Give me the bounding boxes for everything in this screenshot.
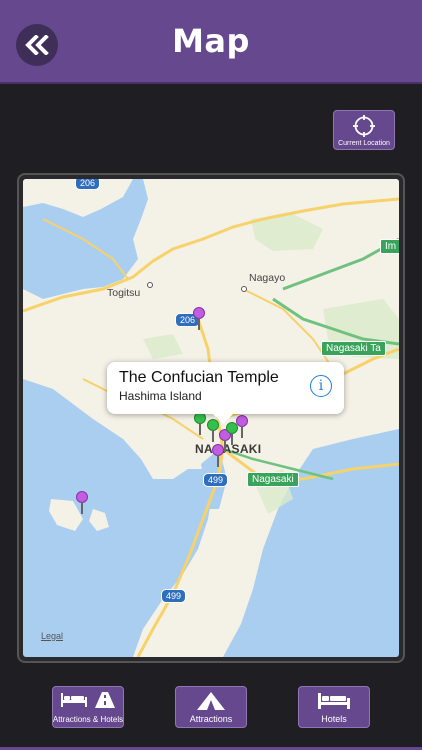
map-callout[interactable]: The Confucian Temple Hashima Island i [107, 362, 344, 424]
page-title: Map [172, 22, 250, 60]
map-frame: Togitsu Nagayo NAGASAKI Im Nagasaki Ta N… [17, 173, 405, 663]
road-sign-nagasaki: Nagasaki [247, 472, 299, 487]
current-location-button[interactable]: Current Location [333, 110, 395, 150]
tab-label: Attractions & Hotels [52, 715, 124, 724]
route-shield-499-b: 499 [161, 589, 187, 603]
map-view[interactable]: Togitsu Nagayo NAGASAKI Im Nagasaki Ta N… [23, 179, 399, 657]
tent-icon [197, 692, 225, 710]
info-icon[interactable]: i [310, 375, 332, 397]
header-bar: Map [0, 0, 422, 84]
map-terrain [23, 179, 399, 657]
route-shield-499-a: 499 [203, 473, 229, 487]
legal-link[interactable]: Legal [41, 631, 63, 641]
map-pin[interactable] [193, 307, 205, 330]
tab-attractions[interactable]: Attractions [175, 686, 247, 728]
map-pin[interactable] [236, 415, 248, 438]
callout-title: The Confucian Temple [119, 369, 279, 386]
road-sign-nagasaki-ta: Nagasaki Ta [321, 341, 386, 356]
map-pin[interactable] [194, 412, 206, 435]
tab-label: Attractions [189, 714, 233, 724]
tab-label: Hotels [321, 714, 347, 724]
road-sign-im: Im [380, 239, 399, 254]
bed-icon [61, 693, 87, 707]
callout-subtitle: Hashima Island [119, 389, 202, 403]
tab-hotels[interactable]: Hotels [298, 686, 370, 728]
road-icon [95, 692, 115, 708]
place-label-togitsu: Togitsu [107, 287, 141, 299]
bed-icon [318, 693, 350, 709]
map-pin[interactable] [212, 444, 224, 467]
map-pin[interactable] [76, 491, 88, 514]
crosshair-icon [353, 115, 375, 137]
route-shield-206-top: 206 [75, 179, 101, 190]
place-label-nagayo: Nagayo [249, 272, 286, 284]
current-location-label: Current Location [338, 140, 390, 147]
tab-attractions-hotels[interactable]: Attractions & Hotels [52, 686, 124, 728]
